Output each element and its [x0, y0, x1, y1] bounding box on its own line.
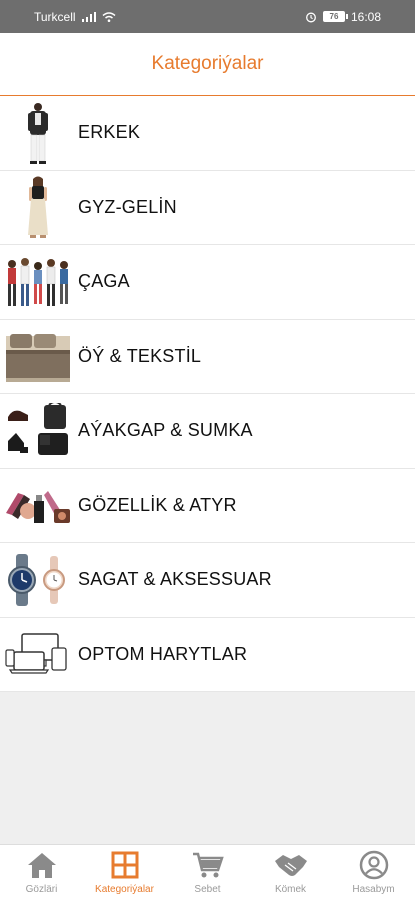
empty-background — [0, 692, 415, 844]
nav-label: Kategoriýalar — [95, 884, 154, 895]
nav-categories[interactable]: Kategoriýalar — [83, 845, 166, 895]
page-title: Kategoriýalar — [151, 53, 264, 74]
nav-cart[interactable]: Sebet — [166, 845, 249, 895]
category-item-ayakgap-sumka[interactable]: AÝAKGAP & SUMKA — [0, 394, 415, 469]
category-item-optom-harytlar[interactable]: OPTOM HARYTLAR — [0, 617, 415, 692]
cosmetics-icon — [3, 473, 73, 537]
woman-clothing-icon — [3, 175, 73, 239]
nav-account[interactable]: Hasabym — [332, 845, 415, 895]
home-icon — [26, 850, 58, 880]
shoes-bags-icon — [3, 399, 73, 463]
category-label: SAGAT & AKSESSUAR — [78, 569, 272, 590]
watches-icon — [3, 548, 73, 612]
category-item-gyz-gelin[interactable]: GYZ-GELİN — [0, 170, 415, 245]
category-item-caga[interactable]: ÇAGA — [0, 245, 415, 320]
handshake-icon — [273, 850, 309, 880]
status-right: 76 16:08 — [305, 10, 381, 24]
nav-label: Kömek — [274, 884, 307, 895]
cart-icon — [192, 850, 224, 880]
wifi-icon — [102, 11, 116, 22]
category-item-erkek[interactable]: ERKEK — [0, 96, 415, 171]
category-label: ERKEK — [78, 122, 141, 143]
category-label: GYZ-GELİN — [78, 196, 177, 217]
nav-help[interactable]: Kömek — [249, 845, 332, 895]
status-left: Turkcell — [34, 10, 116, 24]
signal-icon — [81, 11, 96, 22]
bottom-navigation: Gözläri Kategoriýalar Sebet Kömek Hasaby… — [0, 844, 415, 900]
account-icon — [359, 850, 389, 880]
devices-icon — [3, 622, 73, 686]
status-bar: Turkcell 76 16:08 — [0, 0, 415, 33]
category-label: AÝAKGAP & SUMKA — [78, 420, 253, 441]
carrier-name: Turkcell — [34, 9, 76, 24]
category-item-oy-tekstil[interactable]: ÖÝ & TEKSTİL — [0, 319, 415, 394]
category-item-gozellik-atyr[interactable]: GÖZELLİK & ATYR — [0, 468, 415, 543]
nav-label: Gözläri — [25, 884, 58, 895]
nav-label: Hasabym — [352, 884, 395, 895]
category-label: ÖÝ & TEKSTİL — [78, 345, 202, 366]
battery-icon: 76 — [322, 11, 348, 22]
category-item-sagat-aksessuar[interactable]: SAGAT & AKSESSUAR — [0, 543, 415, 618]
category-label: GÖZELLİK & ATYR — [78, 494, 237, 515]
nav-home[interactable]: Gözläri — [0, 845, 83, 895]
category-list: ERKEK GYZ-GELİN ÇAGA ÖÝ & TEKSTİL AÝAKGA… — [0, 96, 415, 692]
children-icon — [3, 250, 73, 314]
category-label: OPTOM HARYTLAR — [78, 643, 248, 664]
man-clothing-icon — [3, 101, 73, 165]
clock: 16:08 — [350, 9, 381, 24]
bedding-icon — [3, 324, 73, 388]
app-header: Kategoriýalar — [0, 33, 415, 96]
nav-label: Sebet — [194, 884, 221, 895]
category-label: ÇAGA — [78, 271, 130, 292]
alarm-icon — [305, 11, 317, 23]
grid-icon — [111, 850, 139, 880]
